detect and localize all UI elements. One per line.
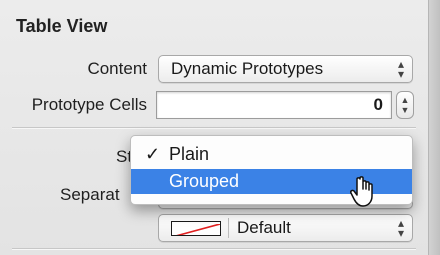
right-edge-strip	[428, 0, 440, 255]
menu-item-plain[interactable]: ✓ Plain	[131, 142, 412, 167]
content-popup-value: Dynamic Prototypes	[171, 59, 324, 78]
divider	[12, 248, 416, 249]
menu-item-label: Plain	[169, 144, 210, 164]
content-label: Content	[87, 59, 147, 78]
prototype-cells-label: Prototype Cells	[31, 95, 147, 114]
color-swatch-icon	[171, 221, 221, 236]
separator-color-value: Default	[237, 218, 291, 237]
prototype-cells-stepper[interactable]: ▲ ▼	[396, 91, 414, 119]
popup-arrows-icon: ▴ ▾	[397, 57, 404, 81]
stepper-down-icon[interactable]: ▼	[397, 105, 413, 115]
popup-divider	[228, 218, 229, 238]
separator-color-popup[interactable]: Default ▴ ▾	[158, 214, 413, 242]
checkmark-icon: ✓	[145, 144, 161, 164]
prototype-cells-value: 0	[373, 95, 383, 114]
menu-item-label: Grouped	[169, 171, 240, 191]
divider	[12, 127, 416, 128]
hand-pointer-cursor-icon	[350, 175, 380, 209]
content-popup[interactable]: Dynamic Prototypes ▴ ▾	[158, 55, 413, 83]
section-title: Table View	[16, 16, 108, 36]
popup-arrows-icon: ▴ ▾	[397, 216, 404, 240]
prototype-cells-field[interactable]: 0	[156, 91, 392, 119]
inspector-panel: Table View Content Dynamic Prototypes ▴ ▾…	[0, 0, 428, 255]
separator-label: Separat	[60, 185, 120, 204]
stepper-up-icon[interactable]: ▲	[397, 95, 413, 105]
